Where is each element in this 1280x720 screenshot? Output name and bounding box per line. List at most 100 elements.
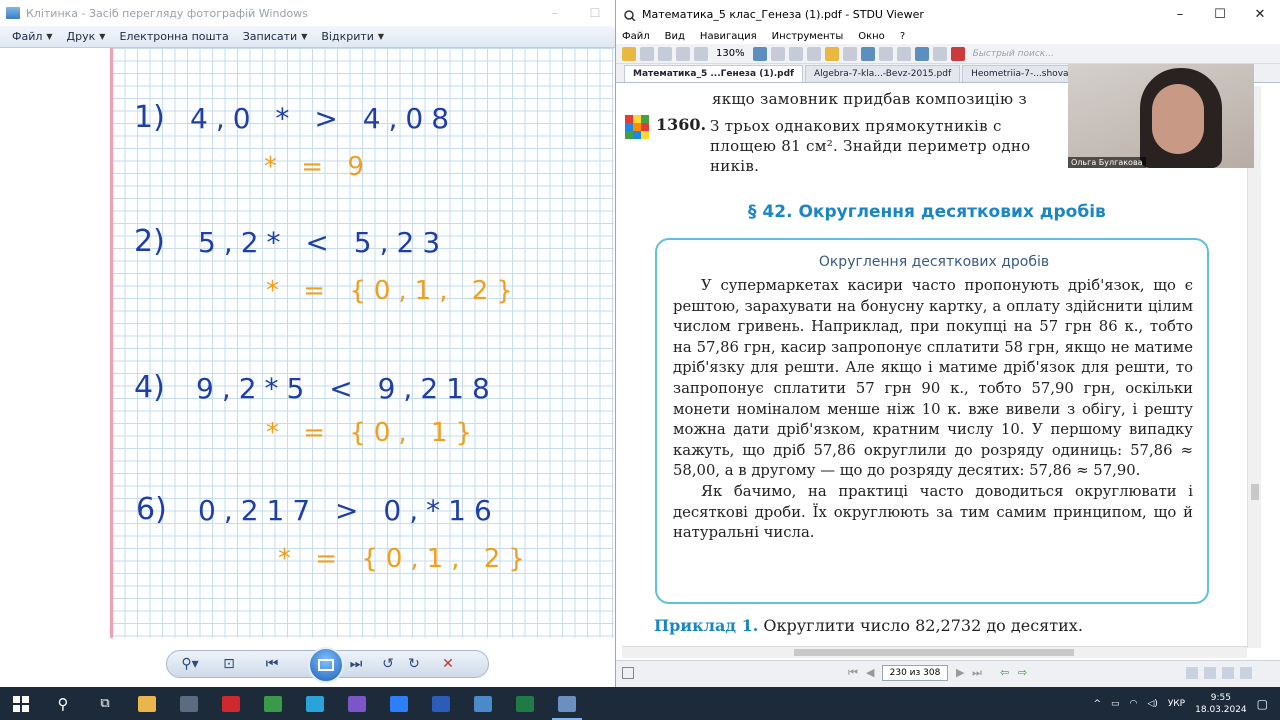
menu-help[interactable]: ? <box>900 31 905 42</box>
stdu-toolbar: 130% Быстрый поиск... <box>616 44 1280 64</box>
history-back-icon[interactable]: ⇦ <box>1000 666 1009 679</box>
row-3-answer: * = {0, 1} <box>266 418 481 448</box>
taskbar-app[interactable] <box>378 687 420 720</box>
rotate-left-icon[interactable]: ↺ <box>375 656 401 672</box>
menu-view[interactable]: Вид <box>665 31 685 42</box>
start-button[interactable] <box>0 687 42 720</box>
rotate-right-icon[interactable]: ↻ <box>401 656 427 672</box>
history-forward-icon[interactable]: ⇨ <box>1018 666 1027 679</box>
menu-file[interactable]: Файл ▼ <box>12 30 53 43</box>
vertical-scroll-thumb[interactable] <box>1251 484 1259 500</box>
back-icon[interactable] <box>914 46 929 61</box>
previous-icon[interactable]: ⏮ <box>245 656 299 672</box>
menu-window[interactable]: Окно <box>858 31 885 42</box>
photo-viewer-titlebar: Клітинка - Засіб перегляду фотографій Wi… <box>0 0 615 26</box>
open-folder-icon[interactable] <box>622 46 636 61</box>
menu-navigation[interactable]: Навигация <box>700 31 757 42</box>
network-icon[interactable]: ▭ <box>1111 699 1120 709</box>
theory-box-body: У супермаркетах касири часто пропонують … <box>673 276 1193 544</box>
taskbar-app[interactable] <box>504 687 546 720</box>
taskbar-app[interactable] <box>126 687 168 720</box>
minimize-button[interactable]: – <box>535 6 575 20</box>
fit-height-icon[interactable] <box>806 46 821 61</box>
fit-width-icon[interactable] <box>788 46 803 61</box>
chevron-down-icon: ▼ <box>377 32 385 41</box>
photo-canvas[interactable]: 1) 4,0 * > 4,08 * = 9 2) 5,2* < 5,23 * =… <box>8 48 614 642</box>
photos-icon <box>474 695 492 712</box>
menu-file[interactable]: Файл <box>622 31 650 42</box>
menu-tools[interactable]: Инструменты <box>772 31 844 42</box>
prev-page-icon[interactable]: ◀ <box>866 666 874 679</box>
zoom-icon[interactable]: ⚲▾ <box>167 656 213 672</box>
hand-tool-icon[interactable] <box>824 46 839 61</box>
notifications-icon[interactable]: ▢ <box>1257 697 1268 711</box>
taskbar-app[interactable] <box>462 687 504 720</box>
zoom-out-icon[interactable] <box>694 46 708 61</box>
fit-icon[interactable]: ⊡ <box>213 656 245 672</box>
row-2-number: 2) <box>134 224 165 259</box>
row-1-expression: 4,0 * > 4,08 <box>190 102 458 135</box>
tab-math5[interactable]: Математика_5 ...Генеза (1).pdf <box>624 65 803 82</box>
slideshow-icon[interactable] <box>308 647 344 683</box>
volume-icon[interactable]: ◁) <box>1147 699 1157 709</box>
taskbar-app[interactable] <box>420 687 462 720</box>
vertical-scrollbar[interactable] <box>1247 86 1261 648</box>
maximize-button[interactable]: ☐ <box>575 6 615 20</box>
copy-icon[interactable] <box>658 46 672 61</box>
maximize-button[interactable]: ☐ <box>1200 7 1240 22</box>
continuous-view-icon[interactable] <box>1204 667 1216 679</box>
menu-open[interactable]: Відкрити ▼ <box>321 30 384 43</box>
chevron-up-icon[interactable]: ^ <box>1093 699 1101 709</box>
task-view-button[interactable]: ⧉ <box>84 687 126 720</box>
facing-view-icon[interactable] <box>1222 667 1234 679</box>
print-icon[interactable] <box>640 46 654 61</box>
facing-continuous-view-icon[interactable] <box>1240 667 1252 679</box>
horizontal-scrollbar[interactable] <box>622 646 1247 658</box>
row-4-number: 6) <box>136 492 167 527</box>
menu-email[interactable]: Електронна пошта <box>119 30 228 43</box>
binoculars-icon[interactable] <box>896 46 911 61</box>
move-icon[interactable] <box>770 46 785 61</box>
example-line: Приклад 1. Округлити число 82,2732 до де… <box>654 616 1083 635</box>
theory-paragraph: Як бачимо, на практиці часто доводиться … <box>673 482 1193 542</box>
exercise-line: З трьох однакових прямокутників с <box>710 117 1002 135</box>
forward-icon[interactable] <box>932 46 947 61</box>
section-heading: § 42. Округлення десяткових дробів <box>748 202 1106 222</box>
close-button[interactable]: ✕ <box>1240 7 1280 22</box>
page-icon[interactable] <box>676 46 690 61</box>
taskbar-app[interactable] <box>210 687 252 720</box>
page-indicator[interactable]: 230 из 308 <box>882 665 948 681</box>
quick-search-input[interactable]: Быстрый поиск... <box>973 49 1054 59</box>
single-page-view-icon[interactable] <box>1186 667 1198 679</box>
delete-icon[interactable]: ✕ <box>427 656 469 672</box>
taskbar-app[interactable] <box>168 687 210 720</box>
tab-algebra7[interactable]: Algebra-7-kla...-Bevz-2015.pdf <box>804 65 961 82</box>
zoom-level[interactable]: 130% <box>716 48 745 59</box>
last-page-icon[interactable]: ⏭ <box>972 666 982 680</box>
minimize-button[interactable]: – <box>1160 7 1200 22</box>
taskbar-app[interactable] <box>546 687 588 720</box>
taskbar-app[interactable] <box>336 687 378 720</box>
sidebar-toggle-icon[interactable] <box>622 667 634 679</box>
language-indicator[interactable]: УКР <box>1168 699 1185 709</box>
menu-burn[interactable]: Записати ▼ <box>243 30 308 43</box>
zoom-in-icon[interactable] <box>752 46 767 61</box>
task-view-icon: ⧉ <box>100 696 110 711</box>
next-page-icon[interactable]: ▶ <box>956 666 964 679</box>
search-icon[interactable] <box>950 46 965 61</box>
taskbar-app[interactable] <box>294 687 336 720</box>
wifi-icon[interactable]: ◠ <box>1130 699 1138 709</box>
horizontal-scroll-thumb[interactable] <box>794 649 1074 656</box>
taskbar-app[interactable] <box>252 687 294 720</box>
clock[interactable]: 9:55 18.03.2024 <box>1195 692 1247 716</box>
pdf-page[interactable]: якщо замовник придбав композицію з 1360.… <box>622 86 1254 646</box>
search-button[interactable]: ⚲ <box>42 687 84 720</box>
exercise-number: 1360. <box>656 115 707 134</box>
snapshot-icon[interactable] <box>860 46 875 61</box>
first-page-icon[interactable]: ⏮ <box>848 666 858 680</box>
clock-time: 9:55 <box>1210 692 1231 703</box>
menu-print[interactable]: Друк ▼ <box>67 30 106 43</box>
select-text-icon[interactable] <box>842 46 857 61</box>
two-pages-icon[interactable] <box>878 46 893 61</box>
photo-viewer-menubar: Файл ▼ Друк ▼ Електронна пошта Записати ▼ В… <box>0 26 615 48</box>
